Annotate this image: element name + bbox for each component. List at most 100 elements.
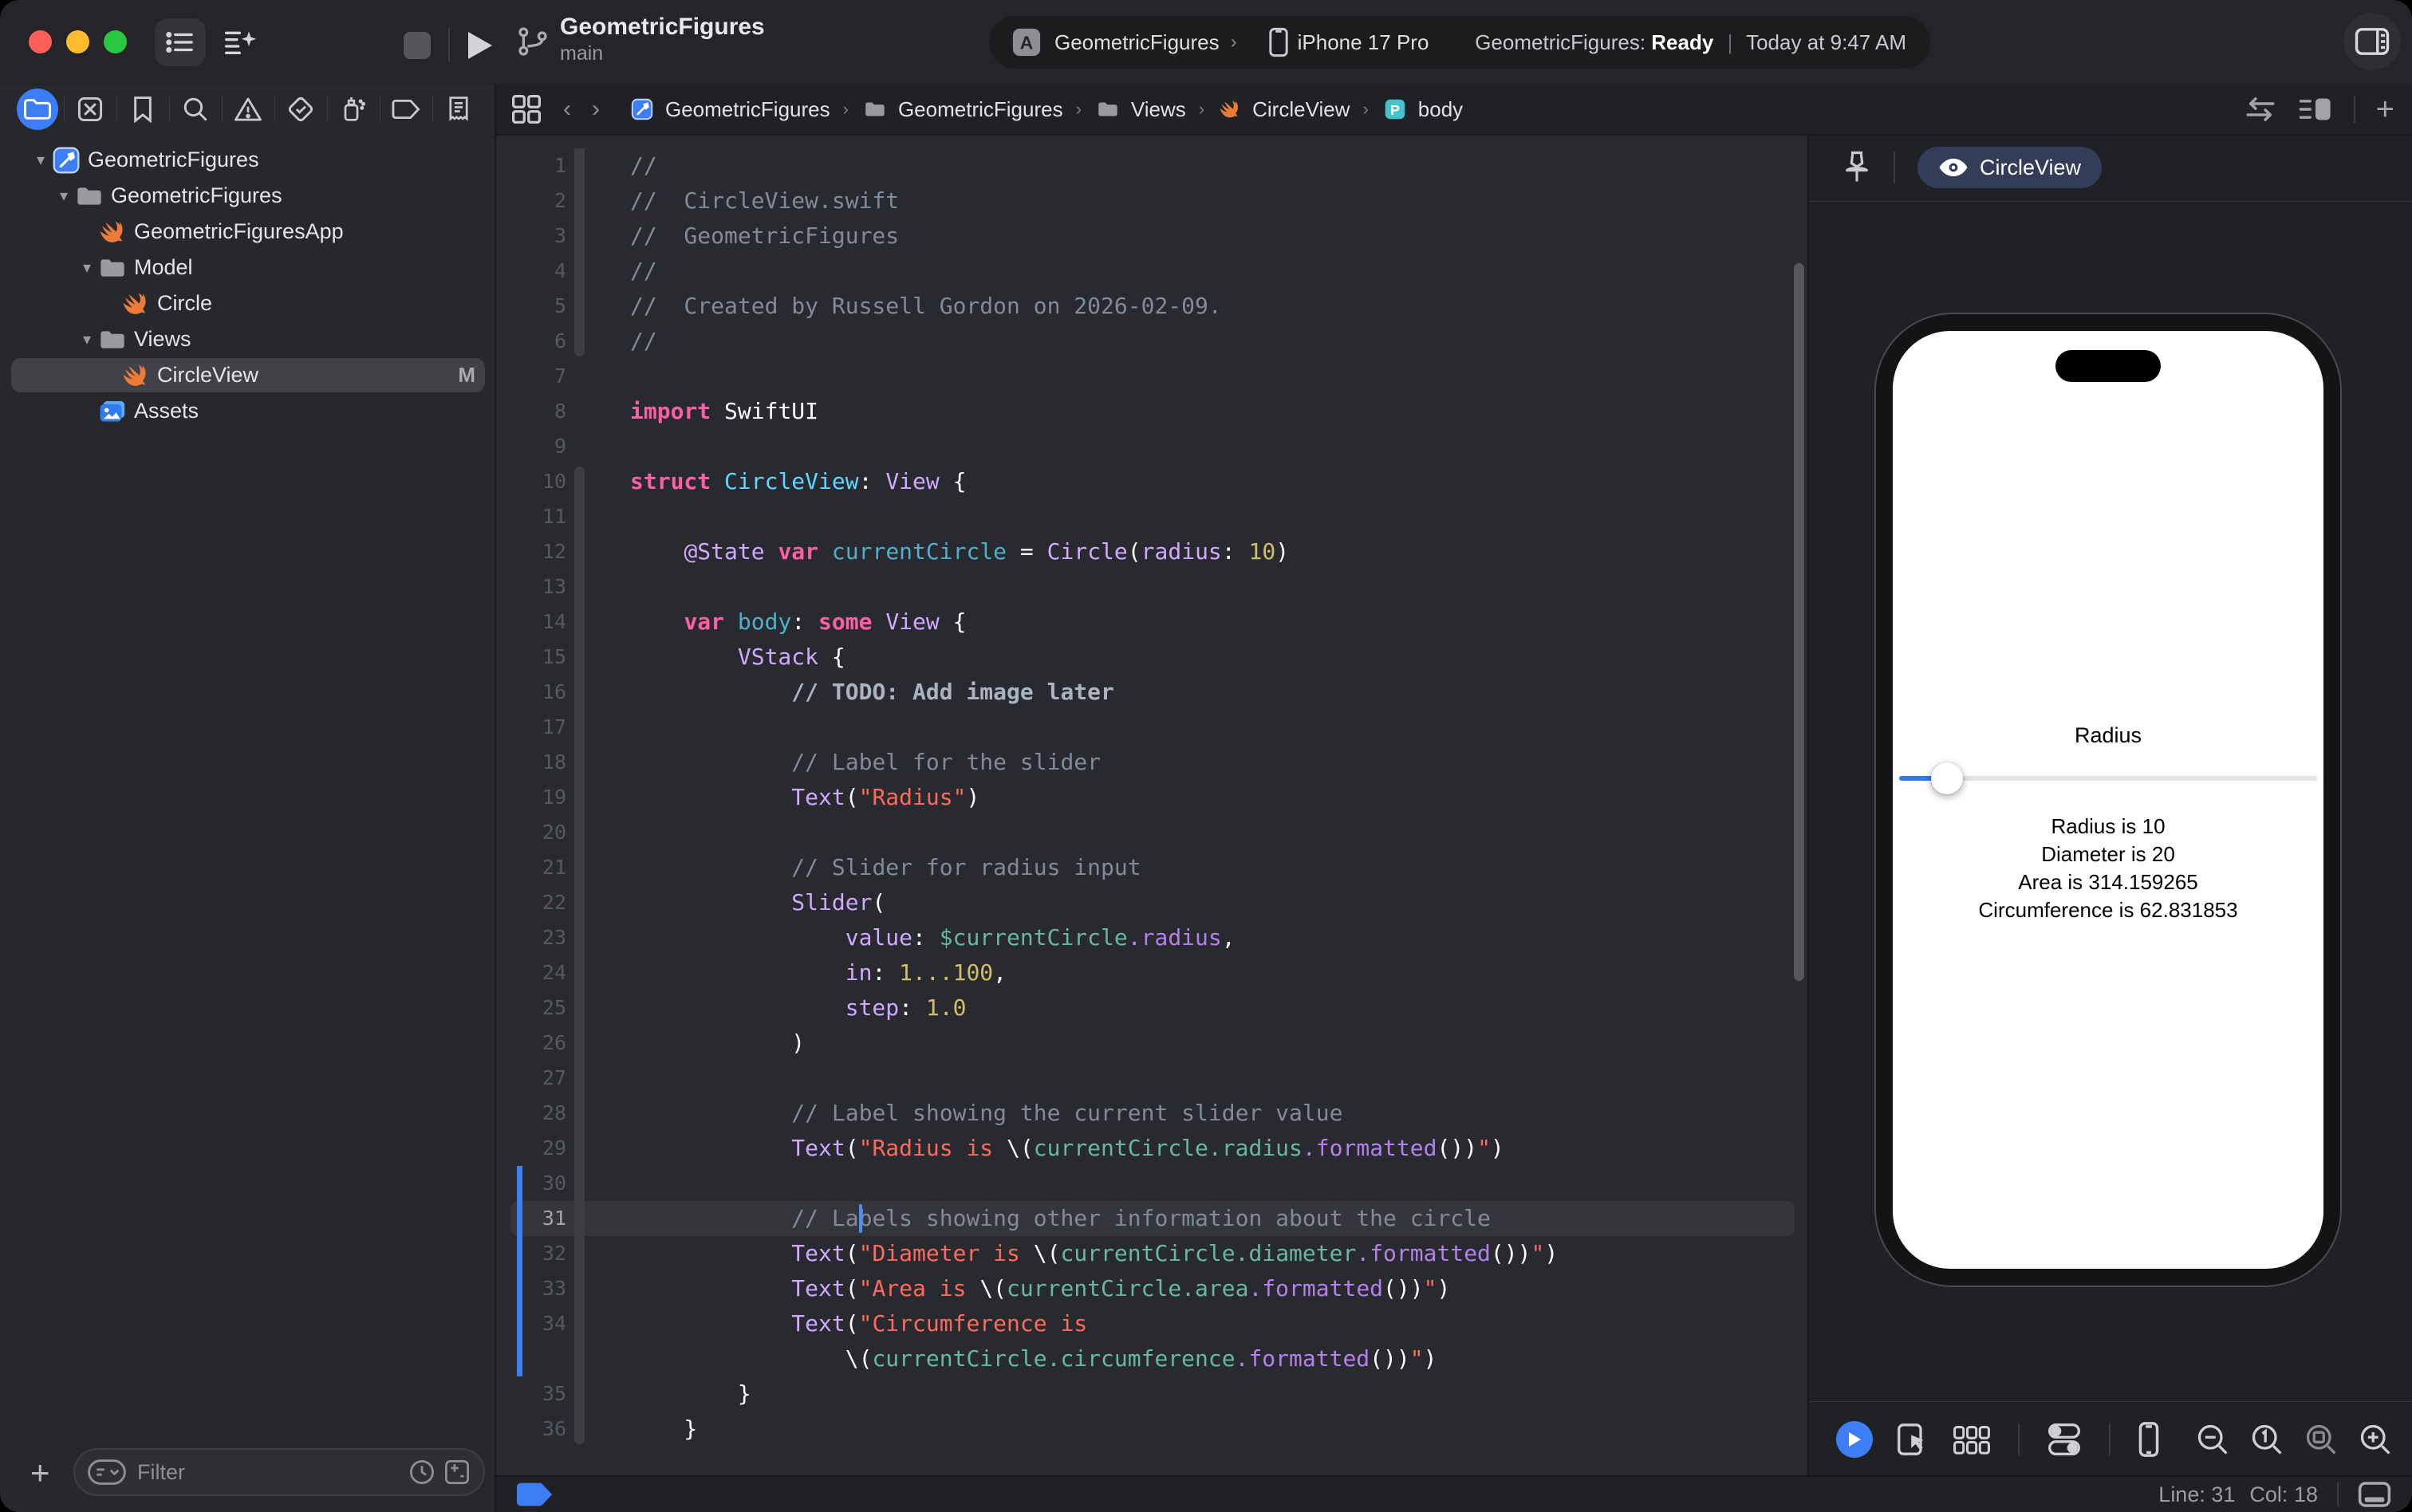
code-line-22[interactable]: 22 Slider(	[496, 885, 1807, 920]
line-col-indicator[interactable]: Line: 31 Col: 18	[2158, 1482, 2343, 1507]
code-line-4[interactable]: 4//	[496, 254, 1807, 289]
code-fold-ribbon[interactable]	[574, 148, 585, 183]
navigator-tab-project[interactable]	[11, 90, 64, 128]
code-fold-ribbon[interactable]	[574, 920, 585, 955]
breadcrumb-item-circleview[interactable]: CircleView	[1217, 96, 1350, 122]
filter-field[interactable]: Filter	[73, 1448, 485, 1496]
variants-mode-icon[interactable]	[1953, 1423, 1991, 1455]
zoom-fit-icon[interactable]	[2304, 1422, 2339, 1457]
code-fold-ribbon[interactable]	[574, 780, 585, 815]
code-line-9[interactable]: 9	[496, 429, 1807, 464]
code-fold-ribbon[interactable]	[574, 467, 585, 499]
code-line-12[interactable]: 12 @State var currentCircle = Circle(rad…	[496, 534, 1807, 569]
code-fold-ribbon[interactable]	[574, 1026, 585, 1061]
sidebar-item-geometricfigures[interactable]: ▾GeometricFigures	[0, 178, 496, 214]
code-fold-ribbon[interactable]	[574, 815, 585, 850]
live-preview-button[interactable]	[1836, 1421, 1873, 1458]
source-control-filter-icon[interactable]	[443, 1459, 471, 1486]
code-line-18[interactable]: 18 // Label for the slider	[496, 745, 1807, 780]
selectable-mode-icon[interactable]	[1897, 1422, 1929, 1457]
disclosure-chevron-icon[interactable]: ▾	[78, 329, 96, 349]
code-fold-ribbon[interactable]	[574, 745, 585, 780]
breadcrumb-item-geometricfigures[interactable]: GeometricFigures	[861, 97, 1063, 122]
code-line-21[interactable]: 21 // Slider for radius input	[496, 850, 1807, 885]
code-fold-ribbon[interactable]	[574, 640, 585, 675]
disclosure-chevron-icon[interactable]: ▾	[32, 150, 49, 170]
scheme-status-pill[interactable]: A GeometricFigures › iPhone 17 Pro Geome…	[989, 16, 1930, 69]
device-settings-icon[interactable]	[2047, 1422, 2082, 1457]
breadcrumb-item-body[interactable]: Pbody	[1381, 96, 1463, 123]
code-line-25[interactable]: 25 step: 1.0	[496, 990, 1807, 1026]
code-line-31[interactable]: 31 // Labels showing other information a…	[496, 1201, 1807, 1236]
code-line-6[interactable]: 6//	[496, 324, 1807, 359]
navigator-tab-bookmarks[interactable]	[116, 90, 169, 128]
code-line-3[interactable]: 3// GeometricFigures	[496, 219, 1807, 254]
code-fold-ribbon[interactable]	[574, 1061, 585, 1096]
sidebar-item-geometricfiguresapp[interactable]: GeometricFiguresApp	[0, 214, 496, 250]
code-fold-ribbon[interactable]	[574, 1201, 585, 1236]
pin-preview-icon[interactable]	[1841, 150, 1873, 185]
preview-tab[interactable]: CircleView	[1917, 147, 2102, 188]
source-editor[interactable]: 1//2// CircleView.swift3// GeometricFigu…	[496, 136, 1807, 1475]
breadcrumb-item-views[interactable]: Views	[1094, 97, 1186, 122]
sidebar-item-circle[interactable]: Circle	[0, 285, 496, 321]
code-fold-ribbon[interactable]	[574, 569, 585, 604]
code-fold-ribbon[interactable]	[574, 955, 585, 990]
code-fold-ribbon[interactable]	[574, 219, 585, 254]
breadcrumb-item-geometricfigures[interactable]: GeometricFigures	[629, 96, 830, 123]
code-line-15[interactable]: 15 VStack {	[496, 640, 1807, 675]
zoom-window-button[interactable]	[104, 30, 127, 53]
minimap-toggle-icon[interactable]	[2358, 1481, 2391, 1508]
code-line-10[interactable]: 10struct CircleView: View {	[496, 464, 1807, 499]
navigator-tab-find[interactable]	[169, 90, 222, 128]
code-line-wrap[interactable]: \(currentCircle.circumference.formatted(…	[496, 1341, 1807, 1376]
code-fold-ribbon[interactable]	[574, 254, 585, 289]
code-line-32[interactable]: 32 Text("Diameter is \(currentCircle.dia…	[496, 1236, 1807, 1271]
navigator-tab-issues[interactable]	[222, 90, 274, 128]
toggle-navigator-button[interactable]	[155, 18, 206, 66]
navigator-tab-breakpoints[interactable]	[380, 90, 432, 128]
editor-scrollbar[interactable]	[1794, 263, 1804, 981]
sidebar-item-geometricfigures[interactable]: ▾GeometricFigures	[0, 142, 496, 178]
code-fold-ribbon[interactable]	[574, 850, 585, 885]
disclosure-chevron-icon[interactable]: ▾	[78, 258, 96, 278]
code-line-2[interactable]: 2// CircleView.swift	[496, 183, 1807, 219]
zoom-in-icon[interactable]	[2358, 1422, 2393, 1457]
sidebar-item-circleview[interactable]: CircleViewM	[0, 357, 496, 393]
code-fold-ribbon[interactable]	[574, 1412, 585, 1444]
close-window-button[interactable]	[29, 30, 52, 53]
code-line-17[interactable]: 17	[496, 710, 1807, 745]
editor-layout-icon[interactable]	[2298, 93, 2333, 125]
code-fold-ribbon[interactable]	[574, 1341, 585, 1376]
breakpoints-toggle[interactable]	[517, 1482, 554, 1506]
code-line-27[interactable]: 27	[496, 1061, 1807, 1096]
code-line-26[interactable]: 26 )	[496, 1026, 1807, 1061]
sidebar-item-views[interactable]: ▾Views	[0, 321, 496, 357]
code-fold-ribbon[interactable]	[574, 324, 585, 356]
iphone-preview-screen[interactable]: Radius Radius is 10Diameter is 20Area is…	[1893, 331, 2323, 1269]
code-fold-ribbon[interactable]	[574, 885, 585, 920]
code-line-36[interactable]: 36 }	[496, 1412, 1807, 1447]
code-fold-ribbon[interactable]	[574, 499, 585, 534]
run-button[interactable]	[458, 26, 501, 65]
related-items-icon[interactable]	[510, 93, 542, 125]
code-line-14[interactable]: 14 var body: some View {	[496, 604, 1807, 640]
navigator-tab-source-control[interactable]	[64, 90, 116, 128]
code-line-5[interactable]: 5// Created by Russell Gordon on 2026-02…	[496, 289, 1807, 324]
zoom-out-icon[interactable]	[2195, 1422, 2230, 1457]
code-fold-ribbon[interactable]	[574, 710, 585, 745]
code-fold-ribbon[interactable]	[574, 289, 585, 324]
code-line-1[interactable]: 1//	[496, 148, 1807, 183]
navigator-tab-debug[interactable]	[327, 90, 380, 128]
coding-assistant-button[interactable]	[217, 18, 265, 66]
code-fold-ribbon[interactable]	[574, 675, 585, 710]
slider-thumb[interactable]	[1931, 762, 1963, 794]
stop-button[interactable]	[397, 29, 437, 62]
code-line-24[interactable]: 24 in: 1...100,	[496, 955, 1807, 990]
code-fold-ribbon[interactable]	[574, 604, 585, 640]
code-fold-ribbon[interactable]	[574, 1306, 585, 1341]
recent-files-icon[interactable]	[408, 1459, 436, 1486]
code-fold-ribbon[interactable]	[574, 1096, 585, 1131]
code-line-29[interactable]: 29 Text("Radius is \(currentCircle.radiu…	[496, 1131, 1807, 1166]
code-line-11[interactable]: 11	[496, 499, 1807, 534]
